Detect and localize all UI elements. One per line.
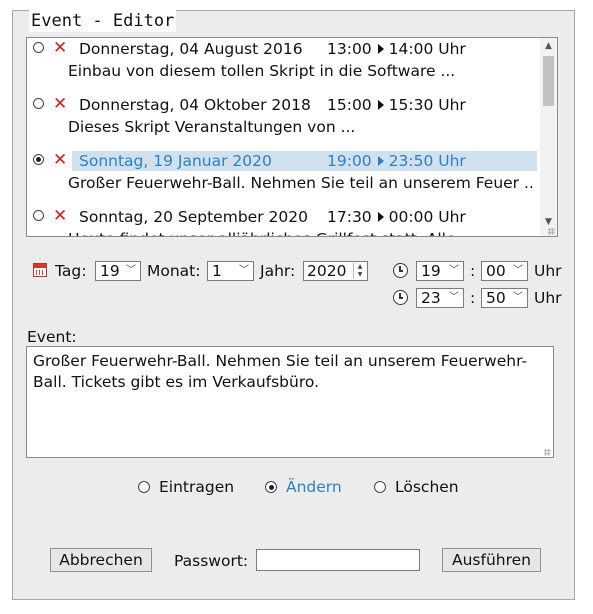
month-select[interactable]: 1 ﹀ bbox=[207, 261, 254, 281]
arrow-right-icon bbox=[377, 100, 384, 110]
end-hour-value: 23 bbox=[421, 289, 441, 307]
end-minute-select[interactable]: 50 ﹀ bbox=[481, 288, 528, 308]
event-radio[interactable] bbox=[33, 98, 44, 109]
event-start: 13:00 bbox=[327, 40, 372, 58]
event-date: Donnerstag, 04 August 2016 bbox=[79, 40, 303, 58]
calendar-icon[interactable] bbox=[33, 263, 47, 277]
radio-circle[interactable] bbox=[138, 481, 150, 493]
day-select[interactable]: 19 ﹀ bbox=[95, 261, 141, 281]
password-label: Passwort: bbox=[174, 552, 249, 570]
stepper-down-icon[interactable]: ▼ bbox=[354, 271, 366, 279]
year-label: Jahr: bbox=[260, 262, 296, 280]
start-minute-value: 00 bbox=[486, 262, 506, 280]
month-value: 1 bbox=[212, 262, 222, 280]
scroll-up-icon[interactable]: ▲ bbox=[540, 38, 557, 54]
event-description: Einbau von diesem tollen Skript in die S… bbox=[68, 62, 456, 80]
arrow-right-icon bbox=[377, 212, 384, 222]
start-hour-value: 19 bbox=[421, 262, 441, 280]
time-separator: : bbox=[470, 289, 476, 307]
radio-label: Löschen bbox=[395, 478, 459, 496]
chevron-down-icon: ﹀ bbox=[513, 292, 523, 303]
delete-icon[interactable]: ✕ bbox=[53, 94, 67, 114]
event-description: Großer Feuerwehr-Ball. Nehmen Sie teil a… bbox=[68, 174, 534, 192]
event-date: Sonntag, 19 Januar 2020 bbox=[79, 152, 272, 170]
event-textarea[interactable]: Großer Feuerwehr-Ball. Nehmen Sie teil a… bbox=[26, 346, 554, 458]
event-radio[interactable] bbox=[33, 210, 44, 221]
event-time: 15:00 15:30 Uhr bbox=[327, 95, 466, 115]
month-label: Monat: bbox=[147, 262, 201, 280]
time-separator: : bbox=[470, 262, 476, 280]
cancel-button[interactable]: Abbrechen bbox=[50, 548, 152, 572]
start-minute-select[interactable]: 00 ﹀ bbox=[481, 261, 528, 281]
editor-title: Event - Editor bbox=[29, 10, 177, 32]
event-time: 17:30 00:00 Uhr bbox=[327, 207, 466, 227]
event-start: 17:30 bbox=[327, 208, 372, 226]
clock-icon bbox=[393, 263, 408, 278]
arrow-right-icon bbox=[377, 44, 384, 54]
submit-button[interactable]: Ausführen bbox=[442, 548, 541, 572]
event-time: 19:00 23:50 Uhr bbox=[327, 151, 466, 171]
delete-icon[interactable]: ✕ bbox=[53, 206, 67, 226]
event-description: Dieses Skript Veranstaltungen von ... bbox=[68, 118, 356, 136]
radio-aendern[interactable]: Ändern bbox=[265, 477, 342, 497]
event-radio[interactable] bbox=[33, 42, 44, 53]
resize-grip-icon[interactable] bbox=[544, 449, 551, 456]
end-hour-select[interactable]: 23 ﹀ bbox=[416, 288, 464, 308]
radio-eintragen[interactable]: Eintragen bbox=[138, 477, 234, 497]
event-start: 15:00 bbox=[327, 96, 372, 114]
start-hour-select[interactable]: 19 ﹀ bbox=[416, 261, 464, 281]
year-stepper[interactable]: ▲ ▼ bbox=[353, 263, 366, 279]
radio-label: Ändern bbox=[286, 478, 342, 496]
password-input[interactable] bbox=[256, 549, 420, 571]
event-item-selected[interactable]: ✕ Sonntag, 19 Januar 2020 19:00 23:50 Uhr… bbox=[27, 150, 541, 201]
event-item[interactable]: ✕ Donnerstag, 04 Oktober 2018 15:00 15:30… bbox=[27, 94, 541, 145]
event-description: Heute findet unser alljährliches Grillfe… bbox=[68, 228, 455, 236]
radio-circle[interactable] bbox=[265, 481, 277, 493]
radio-circle[interactable] bbox=[374, 481, 386, 493]
event-text: Großer Feuerwehr-Ball. Nehmen Sie teil a… bbox=[33, 352, 528, 391]
day-label: Tag: bbox=[55, 262, 87, 280]
event-label: Event: bbox=[27, 328, 77, 346]
year-value: 2020 bbox=[307, 262, 347, 280]
year-input[interactable]: 2020 ▲ ▼ bbox=[303, 261, 368, 281]
scrollbar-thumb[interactable] bbox=[543, 56, 554, 106]
day-value: 19 bbox=[100, 262, 120, 280]
chevron-down-icon: ﹀ bbox=[449, 292, 459, 303]
arrow-right-icon bbox=[377, 156, 384, 166]
clock-icon bbox=[393, 290, 408, 305]
resize-grip-icon[interactable] bbox=[548, 228, 555, 235]
event-end: 23:50 Uhr bbox=[388, 152, 466, 170]
delete-icon[interactable]: ✕ bbox=[53, 38, 67, 58]
time-unit: Uhr bbox=[534, 262, 562, 280]
time-unit: Uhr bbox=[534, 289, 562, 307]
end-minute-value: 50 bbox=[486, 289, 506, 307]
event-item[interactable]: ✕ Sonntag, 20 September 2020 17:30 00:00 … bbox=[27, 206, 541, 236]
event-item[interactable]: ✕ Donnerstag, 04 August 2016 13:00 14:00 … bbox=[27, 38, 541, 89]
event-end: 14:00 Uhr bbox=[388, 40, 466, 58]
event-end: 00:00 Uhr bbox=[388, 208, 466, 226]
chevron-down-icon: ﹀ bbox=[513, 265, 523, 276]
chevron-down-icon: ﹀ bbox=[239, 265, 249, 276]
radio-label: Eintragen bbox=[159, 478, 235, 496]
stepper-up-icon[interactable]: ▲ bbox=[354, 263, 366, 271]
event-time: 13:00 14:00 Uhr bbox=[327, 39, 466, 59]
chevron-down-icon: ﹀ bbox=[126, 265, 136, 276]
event-date: Sonntag, 20 September 2020 bbox=[79, 208, 308, 226]
event-list-scrollbar[interactable]: ▲ ▼ bbox=[540, 38, 557, 236]
radio-loeschen[interactable]: Löschen bbox=[374, 477, 459, 497]
event-list[interactable]: ✕ Donnerstag, 04 August 2016 13:00 14:00 … bbox=[26, 37, 558, 237]
event-radio[interactable] bbox=[33, 154, 44, 165]
event-start: 19:00 bbox=[327, 152, 372, 170]
chevron-down-icon: ﹀ bbox=[449, 265, 459, 276]
event-date: Donnerstag, 04 Oktober 2018 bbox=[79, 96, 311, 114]
delete-icon[interactable]: ✕ bbox=[53, 150, 67, 170]
event-end: 15:30 Uhr bbox=[388, 96, 466, 114]
